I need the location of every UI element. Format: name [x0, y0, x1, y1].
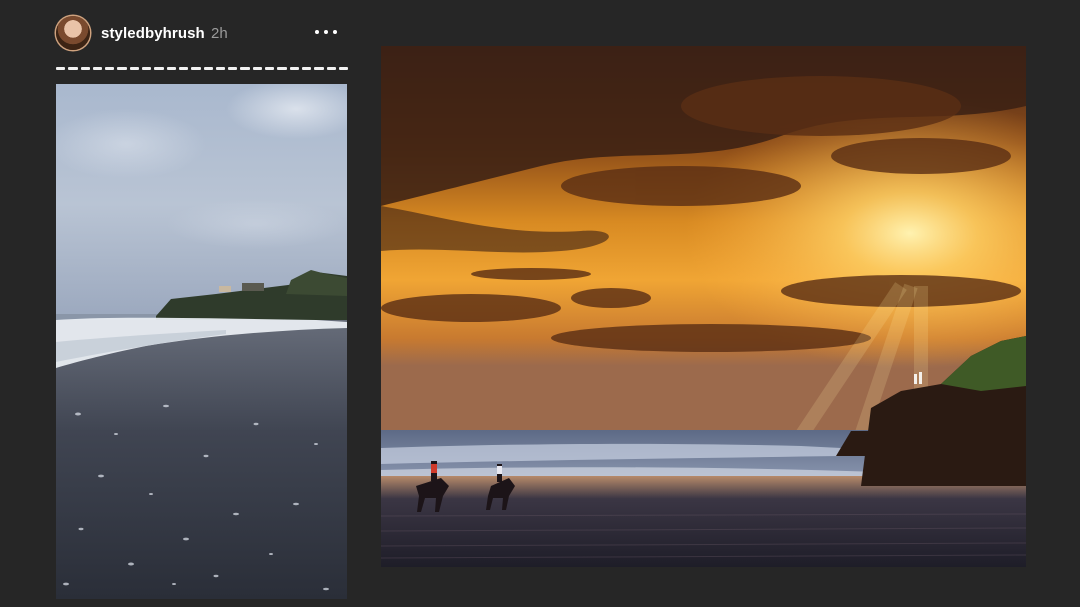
- story-progress-bar: [56, 67, 349, 70]
- progress-segment: [203, 67, 213, 70]
- progress-segment: [265, 67, 275, 70]
- progress-segment: [80, 67, 90, 70]
- progress-segment: [56, 67, 66, 70]
- profile-avatar[interactable]: [56, 16, 90, 50]
- story-image-sunset-beach[interactable]: [381, 46, 1026, 567]
- progress-segment: [142, 67, 152, 70]
- post-timestamp: 2h: [211, 25, 228, 42]
- progress-segment: [240, 67, 250, 70]
- story-image-beach-shore[interactable]: [56, 84, 347, 599]
- progress-segment: [314, 67, 324, 70]
- progress-segment: [289, 67, 299, 70]
- progress-segment: [178, 67, 189, 70]
- progress-segment: [191, 67, 201, 70]
- progress-segment: [252, 67, 263, 70]
- progress-segment: [338, 67, 349, 70]
- progress-segment: [215, 67, 226, 70]
- more-options-icon[interactable]: [313, 22, 339, 42]
- story-header: styledbyhrush 2h: [56, 14, 346, 52]
- progress-segment: [228, 67, 238, 70]
- progress-segment: [326, 67, 336, 70]
- username-link[interactable]: styledbyhrush: [101, 25, 205, 42]
- progress-segment: [117, 67, 127, 70]
- progress-segment: [154, 67, 164, 70]
- progress-segment: [277, 67, 287, 70]
- progress-segment: [105, 67, 115, 70]
- progress-segment: [129, 67, 140, 70]
- progress-segment: [301, 67, 312, 70]
- progress-segment: [68, 67, 78, 70]
- progress-segment: [92, 67, 103, 70]
- progress-segment: [166, 67, 176, 70]
